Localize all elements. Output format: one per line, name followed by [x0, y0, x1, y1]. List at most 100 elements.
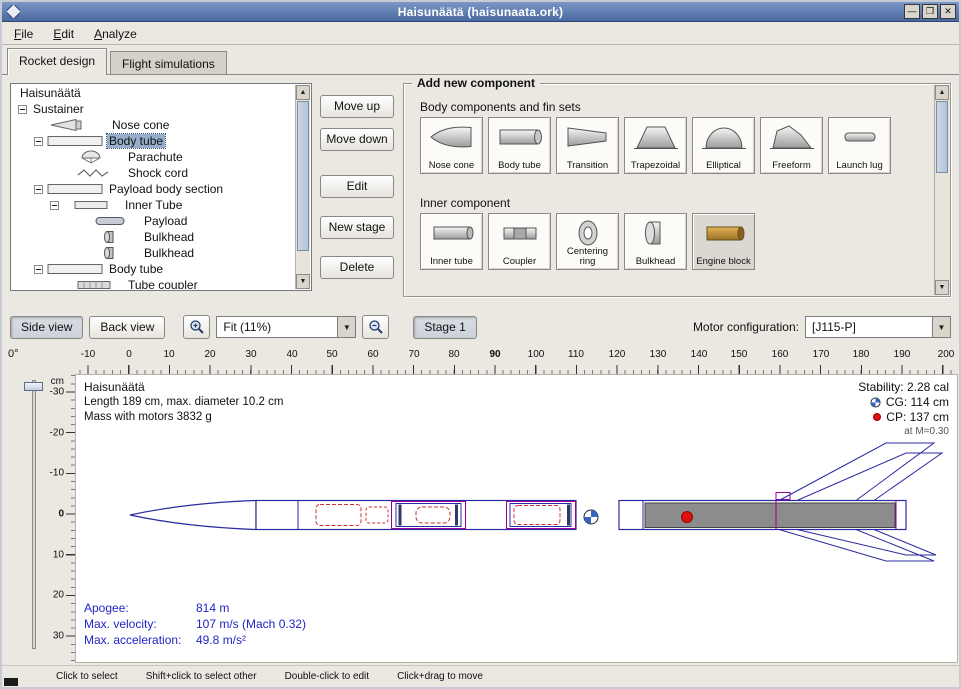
add-launch-lug-button[interactable]: Launch lug	[828, 117, 891, 174]
add-engine-block-button[interactable]: Engine block	[692, 213, 755, 270]
body-component-row: Nose cone Body tube Transition Trapezoid…	[420, 117, 928, 174]
nose-cone-shape[interactable]	[130, 501, 256, 530]
tab-rocket-design[interactable]: Rocket design	[7, 48, 107, 75]
rocket-canvas[interactable]: Haisunäätä Length 189 cm, max. diameter …	[75, 374, 958, 663]
add-elliptical-fin-button[interactable]: Elliptical	[692, 117, 755, 174]
cg-icon	[870, 397, 881, 408]
coupler-icon	[497, 219, 543, 247]
scrollbar-thumb[interactable]	[936, 101, 948, 173]
collapse-toggle-icon[interactable]	[50, 201, 59, 210]
inner-component-row: Inner tube Coupler Centering ring Bulkhe…	[420, 213, 928, 270]
add-trapezoidal-fin-button[interactable]: Trapezoidal	[624, 117, 687, 174]
scroll-up-icon[interactable]: ▲	[935, 85, 949, 100]
fin-shape[interactable]	[779, 530, 934, 562]
edit-button[interactable]: Edit	[320, 175, 394, 198]
tree-item[interactable]: Bulkhead	[12, 245, 295, 261]
motor-configuration-select[interactable]: [J115-P] ▼	[805, 316, 951, 338]
scrollbar-thumb[interactable]	[297, 101, 309, 251]
tree-item[interactable]: Bulkhead	[12, 229, 295, 245]
menu-analyze[interactable]: Analyze	[94, 27, 137, 41]
collapse-toggle-icon[interactable]	[34, 185, 43, 194]
rotation-slider-handle[interactable]	[24, 382, 43, 391]
window-title: Haisunäätä (haisunaata.ork)	[2, 5, 959, 19]
hint-drag: Click+drag to move	[397, 671, 483, 682]
fin-shape[interactable]	[797, 453, 942, 501]
menu-edit[interactable]: Edit	[53, 27, 74, 41]
chevron-down-icon[interactable]: ▼	[932, 317, 950, 337]
close-button[interactable]: ✕	[940, 4, 956, 19]
collapse-toggle-icon[interactable]	[18, 105, 27, 114]
cg-marker	[584, 510, 598, 524]
side-view-button[interactable]: Side view	[10, 316, 83, 339]
move-up-button[interactable]: Move up	[320, 95, 394, 118]
tree-item[interactable]: Inner Tube	[12, 197, 295, 213]
tree-item[interactable]: Tube coupler	[12, 277, 295, 289]
payload-icon	[82, 214, 138, 228]
max-acceleration-value: 49.8 m/s²	[196, 632, 306, 648]
scroll-down-icon[interactable]: ▼	[935, 280, 949, 295]
tree-item[interactable]: Payload body section	[12, 181, 295, 197]
delete-button[interactable]: Delete	[320, 256, 394, 279]
section-label-inner: Inner component	[420, 196, 510, 210]
view-toolbar: Side view Back view Fit (11%) ▼ Stage 1 …	[2, 310, 959, 344]
ruler-label: 90	[489, 349, 500, 360]
bulkhead-shape[interactable]	[567, 505, 570, 526]
body-tube-icon	[47, 262, 103, 276]
tree-item-rocket[interactable]: Haisunäätä	[12, 85, 295, 101]
add-body-tube-button[interactable]: Body tube	[488, 117, 551, 174]
tree-item[interactable]: Nose cone	[12, 117, 295, 133]
maximize-button[interactable]: ❐	[922, 4, 938, 19]
stage-1-toggle[interactable]: Stage 1	[413, 316, 476, 339]
add-inner-tube-button[interactable]: Inner tube	[420, 213, 483, 270]
minimize-button[interactable]: —	[904, 4, 920, 19]
new-stage-button[interactable]: New stage	[320, 216, 394, 239]
rotation-slider-track[interactable]	[32, 380, 36, 649]
tree-item-selected[interactable]: Body tube	[12, 133, 295, 149]
nose-cone-icon	[429, 123, 475, 151]
title-bar[interactable]: Haisunäätä (haisunaata.ork) — ❐ ✕	[2, 2, 959, 22]
coupler-icon	[66, 278, 122, 289]
ruler-label: -10	[50, 468, 64, 479]
zoom-select[interactable]: Fit (11%) ▼	[216, 316, 356, 338]
max-velocity-label: Max. velocity:	[84, 616, 196, 632]
window-controls: — ❐ ✕	[904, 4, 956, 19]
add-transition-button[interactable]: Transition	[556, 117, 619, 174]
add-nose-cone-button[interactable]: Nose cone	[420, 117, 483, 174]
add-freeform-fin-button[interactable]: Freeform	[760, 117, 823, 174]
scroll-down-icon[interactable]: ▼	[296, 274, 310, 289]
app-icon[interactable]	[7, 5, 20, 18]
zoom-in-button[interactable]	[183, 315, 210, 339]
collapse-toggle-icon[interactable]	[34, 265, 43, 274]
chevron-down-icon[interactable]: ▼	[337, 317, 355, 337]
component-panel-scrollbar[interactable]: ▲ ▼	[934, 85, 949, 295]
forward-body-tube-shape[interactable]	[256, 501, 576, 530]
add-bulkhead-button[interactable]: Bulkhead	[624, 213, 687, 270]
body-tube-icon	[497, 123, 543, 151]
bulkhead-shape[interactable]	[455, 505, 458, 526]
tree-scrollbar[interactable]: ▲ ▼	[295, 85, 310, 289]
move-down-button[interactable]: Move down	[320, 128, 394, 151]
ruler-label: 30	[53, 631, 64, 642]
component-tree: Haisunäätä Sustainer Nose cone Body tube	[12, 85, 295, 289]
window-resize-grip[interactable]	[4, 678, 18, 686]
launch-lug-icon	[837, 123, 883, 151]
tab-flight-simulations[interactable]: Flight simulations	[110, 51, 227, 75]
tree-item-stage[interactable]: Sustainer	[12, 101, 295, 117]
ruler-label: 120	[609, 349, 626, 360]
bulkhead-shape[interactable]	[399, 505, 402, 526]
fin-shape[interactable]	[779, 443, 934, 501]
scroll-up-icon[interactable]: ▲	[296, 85, 310, 100]
zoom-out-button[interactable]	[362, 315, 389, 339]
tree-item[interactable]: Shock cord	[12, 165, 295, 181]
tree-item[interactable]: Body tube	[12, 261, 295, 277]
zoom-value: Fit (11%)	[217, 317, 337, 337]
collapse-toggle-icon[interactable]	[34, 137, 43, 146]
add-coupler-button[interactable]: Coupler	[488, 213, 551, 270]
menu-file[interactable]: File	[14, 27, 33, 41]
tree-item[interactable]: Payload	[12, 213, 295, 229]
add-centering-ring-button[interactable]: Centering ring	[556, 213, 619, 270]
tree-item[interactable]: Parachute	[12, 149, 295, 165]
ruler-label: 100	[528, 349, 545, 360]
apogee-label: Apogee:	[84, 600, 196, 616]
back-view-button[interactable]: Back view	[89, 316, 165, 339]
